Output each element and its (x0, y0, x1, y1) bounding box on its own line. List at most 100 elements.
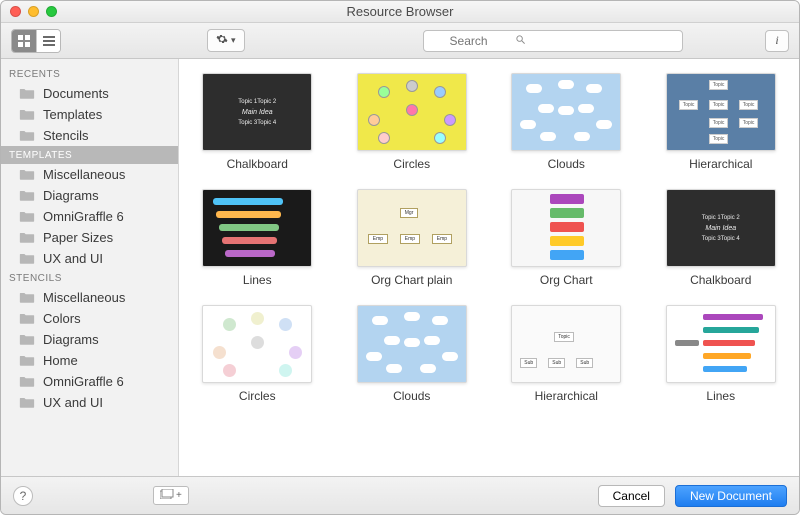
template-item[interactable]: MgrEmpEmpEmp Org Chart plain (344, 189, 481, 287)
traffic-lights (1, 6, 57, 17)
titlebar: Resource Browser (1, 1, 799, 23)
template-item[interactable]: Lines (189, 189, 326, 287)
sidebar-item[interactable]: Miscellaneous (1, 287, 178, 308)
sidebar-item-label: UX and UI (43, 251, 103, 266)
template-thumbnail (357, 305, 467, 383)
folder-icon (19, 312, 35, 325)
view-mode-segment (11, 29, 61, 53)
sidebar-item[interactable]: Home (1, 350, 178, 371)
sidebar-item-label: OmniGraffle 6 (43, 374, 124, 389)
template-item[interactable]: Lines (653, 305, 790, 403)
sidebar-item[interactable]: OmniGraffle 6 (1, 206, 178, 227)
template-item[interactable]: Circles (344, 73, 481, 171)
template-item[interactable]: TopicTopicTopicTopicTopicTopicTopic Hiera… (653, 73, 790, 171)
close-window-button[interactable] (10, 6, 21, 17)
sidebar-item-label: UX and UI (43, 395, 103, 410)
sidebar-item-label: Templates (43, 107, 102, 122)
template-thumbnail (511, 189, 621, 267)
sidebar-item[interactable]: Diagrams (1, 185, 178, 206)
new-document-button[interactable]: New Document (675, 485, 787, 507)
cancel-button[interactable]: Cancel (598, 485, 665, 507)
template-label: Circles (393, 157, 430, 171)
template-label: Clouds (393, 389, 430, 403)
sidebar-item[interactable]: OmniGraffle 6 (1, 371, 178, 392)
template-label: Org Chart (540, 273, 593, 287)
body: RECENTSDocuments Templates Stencils TEMPLAT… (1, 59, 799, 476)
zoom-window-button[interactable] (46, 6, 57, 17)
sidebar-item-label: OmniGraffle 6 (43, 209, 124, 224)
sidebar-item[interactable]: Stencils (1, 125, 178, 146)
help-icon: ? (20, 489, 27, 503)
sidebar-item-label: Colors (43, 311, 81, 326)
folder-icon (19, 354, 35, 367)
folder-icon (19, 252, 35, 265)
template-thumbnail: TopicTopicTopicTopicTopicTopicTopic (666, 73, 776, 151)
window-title: Resource Browser (1, 4, 799, 19)
toolbar: ▾ i (1, 23, 799, 59)
sidebar-item[interactable]: UX and UI (1, 392, 178, 413)
template-thumbnail (202, 189, 312, 267)
sidebar-item[interactable]: Colors (1, 308, 178, 329)
template-label: Clouds (548, 157, 585, 171)
folder-icon (19, 375, 35, 388)
folder-icon (19, 87, 35, 100)
sidebar-item-label: Miscellaneous (43, 167, 125, 182)
template-label: Hierarchical (535, 389, 598, 403)
template-thumbnail (202, 305, 312, 383)
template-label: Lines (243, 273, 272, 287)
template-label: Hierarchical (689, 157, 752, 171)
folder-icon (19, 129, 35, 142)
resource-browser-window: Resource Browser ▾ i (0, 0, 800, 515)
folder-icon (19, 231, 35, 244)
template-label: Lines (706, 389, 735, 403)
template-thumbnail (666, 305, 776, 383)
action-menu-button[interactable]: ▾ (207, 29, 245, 52)
sidebar-section-header[interactable]: STENCILS (1, 269, 178, 287)
chevron-down-icon: ▾ (231, 35, 236, 46)
sidebar-section-header[interactable]: TEMPLATES (1, 146, 178, 164)
grid-view-button[interactable] (12, 30, 36, 52)
sidebar-item-label: Stencils (43, 128, 89, 143)
info-icon: i (775, 33, 778, 48)
template-thumbnail: Topic 1Topic 2Main IdeaTopic 3Topic 4 (666, 189, 776, 267)
sidebar-item[interactable]: Documents (1, 83, 178, 104)
folder-icon (19, 291, 35, 304)
minimize-window-button[interactable] (28, 6, 39, 17)
info-button[interactable]: i (765, 30, 789, 52)
search-input[interactable] (423, 30, 683, 52)
template-item[interactable]: Topic 1Topic 2Main IdeaTopic 3Topic 4 Cha… (653, 189, 790, 287)
sidebar-item[interactable]: Miscellaneous (1, 164, 178, 185)
template-item[interactable]: TopicSubSubSubHierarchical (498, 305, 635, 403)
sidebar-item-label: Diagrams (43, 188, 99, 203)
template-thumbnail (511, 73, 621, 151)
template-item[interactable]: Org Chart (498, 189, 635, 287)
sidebar-item-label: Miscellaneous (43, 290, 125, 305)
add-stencil-button[interactable]: + (153, 486, 189, 505)
template-item[interactable]: Clouds (344, 305, 481, 403)
template-item[interactable]: Circles (189, 305, 326, 403)
template-grid: Topic 1Topic 2Main IdeaTopic 3Topic 4 Cha… (189, 73, 789, 403)
folder-icon (19, 168, 35, 181)
help-button[interactable]: ? (13, 486, 33, 506)
list-view-button[interactable] (36, 30, 60, 52)
sidebar-item[interactable]: Diagrams (1, 329, 178, 350)
template-label: Chalkboard (227, 157, 288, 171)
sidebar-item[interactable]: Templates (1, 104, 178, 125)
template-item[interactable]: Topic 1Topic 2Main IdeaTopic 3Topic 4Cha… (189, 73, 326, 171)
gear-icon (216, 33, 228, 48)
folder-icon (19, 189, 35, 202)
sidebar: RECENTSDocuments Templates Stencils TEMPLAT… (1, 59, 179, 476)
footer: ? + Cancel New Document (1, 476, 799, 514)
template-label: Org Chart plain (371, 273, 452, 287)
sidebar-section-header[interactable]: RECENTS (1, 65, 178, 83)
sidebar-item[interactable]: Paper Sizes (1, 227, 178, 248)
search-field-wrap (423, 30, 683, 52)
sidebar-item[interactable]: UX and UI (1, 248, 178, 269)
template-thumbnail: MgrEmpEmpEmp (357, 189, 467, 267)
template-label: Chalkboard (690, 273, 751, 287)
sidebar-item-label: Home (43, 353, 78, 368)
template-grid-scroll[interactable]: Topic 1Topic 2Main IdeaTopic 3Topic 4 Cha… (179, 59, 799, 476)
sidebar-item-label: Diagrams (43, 332, 99, 347)
folder-icon (19, 210, 35, 223)
template-item[interactable]: Clouds (498, 73, 635, 171)
